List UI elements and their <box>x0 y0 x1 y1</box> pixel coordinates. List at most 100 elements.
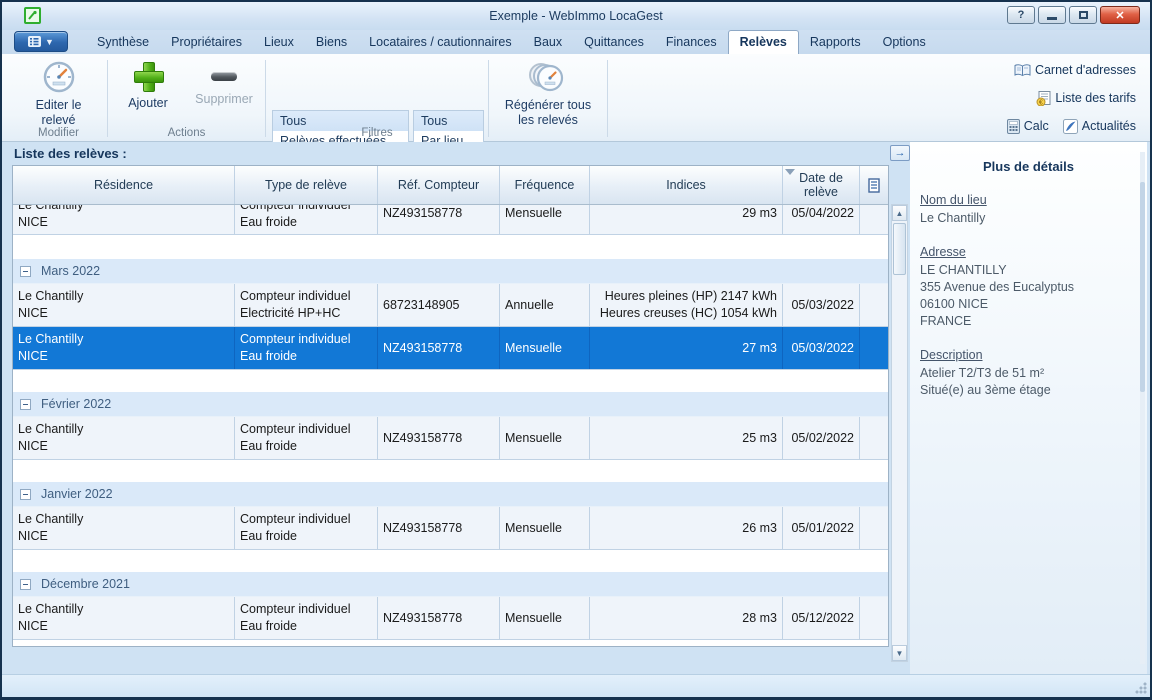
menu-list-icon <box>28 36 41 47</box>
ribbon-group-filtres: Tous Relèves effectuées Relèves en atten… <box>266 54 488 141</box>
address-line: FRANCE <box>920 313 1147 330</box>
address-line: LE CHANTILLY <box>920 262 1147 279</box>
minimize-icon <box>1047 17 1057 20</box>
address-line: 06100 NICE <box>920 296 1147 313</box>
ribbon-group-regenerer: Régénérer tous les relevés <box>489 54 607 141</box>
field-chooser-icon <box>868 178 880 193</box>
scroll-down-button[interactable]: ▼ <box>892 645 907 661</box>
window-title: Exemple - WebImmo LocaGest <box>2 9 1150 23</box>
group-header-decembre-2021[interactable]: Décembre 2021 <box>13 572 888 597</box>
description-label: Description <box>920 347 1147 364</box>
tariff-list-link[interactable]: € Liste des tarifs <box>1036 91 1136 106</box>
status-bar <box>2 674 1150 697</box>
table-row[interactable]: Le ChantillyNICE Compteur individuelEau … <box>13 205 888 235</box>
scrollbar-thumb[interactable] <box>893 223 906 275</box>
column-header-date[interactable]: Date derelève <box>783 166 860 204</box>
table-row[interactable]: Le ChantillyNICE Compteur individuelEau … <box>13 597 888 640</box>
tab-releves[interactable]: Relèves <box>728 30 799 54</box>
column-header-ref[interactable]: Réf. Compteur <box>378 166 500 204</box>
details-title: Plus de détails <box>910 159 1147 174</box>
place-name-label: Nom du lieu <box>920 192 1147 209</box>
tab-biens[interactable]: Biens <box>305 32 358 54</box>
place-name-value: Le Chantilly <box>920 210 1147 227</box>
help-button[interactable]: ? <box>1007 6 1035 24</box>
ribbon-separator <box>607 60 608 137</box>
readings-table: Résidence Type de relève Réf. Compteur F… <box>12 165 889 647</box>
main-content: Liste des relèves : → Résidence Type de … <box>2 142 1150 674</box>
application-menu-button[interactable]: ▼ <box>14 31 68 52</box>
ribbon-group-actions: Ajouter Supprimer Actions <box>108 54 265 141</box>
list-caption: Liste des relèves : <box>14 146 127 161</box>
table-row[interactable]: Le ChantillyNICE Compteur individuelEau … <box>13 417 888 460</box>
add-button[interactable]: Ajouter <box>116 62 180 111</box>
maximize-icon <box>1079 11 1088 19</box>
column-header-frequency[interactable]: Fréquence <box>500 166 590 204</box>
tab-baux[interactable]: Baux <box>523 32 574 54</box>
app-window: Exemple - WebImmo LocaGest ? ✕ ▼ Synthès… <box>0 0 1152 700</box>
table-header: Résidence Type de relève Réf. Compteur F… <box>13 166 888 205</box>
tab-locataires[interactable]: Locataires / cautionnaires <box>358 32 522 54</box>
svg-text:€: € <box>1039 99 1043 106</box>
column-header-indices[interactable]: Indices <box>590 166 783 204</box>
ribbon: Editer le relevé Modifier Ajouter Suppri… <box>2 54 1150 142</box>
group-header-janvier-2022[interactable]: Janvier 2022 <box>13 482 888 507</box>
description-line: Situé(e) au 3ème étage <box>920 382 1147 399</box>
minus-icon <box>211 72 237 81</box>
tariff-list-icon: € <box>1036 91 1051 106</box>
address-book-link[interactable]: Carnet d'adresses <box>1014 63 1136 77</box>
ribbon-group-modifier: Editer le relevé Modifier <box>10 54 107 141</box>
gauge-icon <box>42 60 76 94</box>
menu-tab-strip: ▼ Synthèse Propriétaires Lieux Biens Loc… <box>2 30 1150 54</box>
title-bar: Exemple - WebImmo LocaGest ? ✕ <box>2 2 1150 30</box>
minimize-button[interactable] <box>1038 6 1066 24</box>
tab-options[interactable]: Options <box>872 32 937 54</box>
calc-link[interactable]: Calc <box>1007 119 1049 134</box>
collapse-icon[interactable] <box>20 399 31 410</box>
collapse-icon[interactable] <box>20 266 31 277</box>
sort-descending-icon <box>785 169 795 175</box>
panel-scrollbar-thumb[interactable] <box>1140 182 1145 392</box>
resize-grip[interactable] <box>1135 682 1147 694</box>
description-line: Atelier T2/T3 de 51 m² <box>920 365 1147 382</box>
tab-lieux[interactable]: Lieux <box>253 32 305 54</box>
collapse-icon[interactable] <box>20 579 31 590</box>
group-label-actions: Actions <box>108 127 265 139</box>
group-label-filtres: Filtres <box>266 127 488 139</box>
plus-icon <box>134 62 162 90</box>
window-controls: ? ✕ <box>1007 6 1140 24</box>
table-scrollbar[interactable]: ▲ ▼ <box>891 204 908 662</box>
table-row-selected[interactable]: Le ChantillyNICE Compteur individuelEau … <box>13 327 888 370</box>
group-header-mars-2022[interactable]: Mars 2022 <box>13 259 888 284</box>
address-line: 355 Avenue des Eucalyptus <box>920 279 1147 296</box>
quill-icon <box>1063 119 1078 134</box>
address-label: Adresse <box>920 244 1147 261</box>
address-book-icon <box>1014 64 1031 77</box>
ribbon-quick-links: Carnet d'adresses € Liste des tarifs Cal… <box>986 60 1136 144</box>
edit-reading-button[interactable]: Editer le relevé <box>10 60 107 128</box>
tab-finances[interactable]: Finances <box>655 32 728 54</box>
gauges-stack-icon <box>526 60 570 94</box>
column-chooser-button[interactable] <box>860 166 888 204</box>
delete-button[interactable]: Supprimer <box>188 62 260 107</box>
table-row[interactable]: Le ChantillyNICE Compteur individuelElec… <box>13 284 888 327</box>
tab-quittances[interactable]: Quittances <box>573 32 655 54</box>
tab-proprietaires[interactable]: Propriétaires <box>160 32 253 54</box>
panel-scrollbar[interactable] <box>1140 152 1145 664</box>
tab-rapports[interactable]: Rapports <box>799 32 872 54</box>
column-header-residence[interactable]: Résidence <box>13 166 235 204</box>
close-button[interactable]: ✕ <box>1100 6 1140 24</box>
maximize-button[interactable] <box>1069 6 1097 24</box>
chevron-down-icon: ▼ <box>45 37 54 47</box>
scroll-up-button[interactable]: ▲ <box>892 205 907 221</box>
regenerate-readings-button[interactable]: Régénérer tous les relevés <box>489 60 607 128</box>
panel-toggle-button[interactable]: → <box>890 145 910 161</box>
tab-bar: Synthèse Propriétaires Lieux Biens Locat… <box>86 30 937 54</box>
table-row[interactable]: Le ChantillyNICE Compteur individuelEau … <box>13 507 888 550</box>
group-label-modifier: Modifier <box>10 127 107 139</box>
details-panel: Plus de détails Nom du lieu Le Chantilly… <box>910 142 1147 674</box>
tab-synthese[interactable]: Synthèse <box>86 32 160 54</box>
collapse-icon[interactable] <box>20 489 31 500</box>
group-header-fevrier-2022[interactable]: Février 2022 <box>13 392 888 417</box>
column-header-type[interactable]: Type de relève <box>235 166 378 204</box>
news-link[interactable]: Actualités <box>1063 119 1136 134</box>
